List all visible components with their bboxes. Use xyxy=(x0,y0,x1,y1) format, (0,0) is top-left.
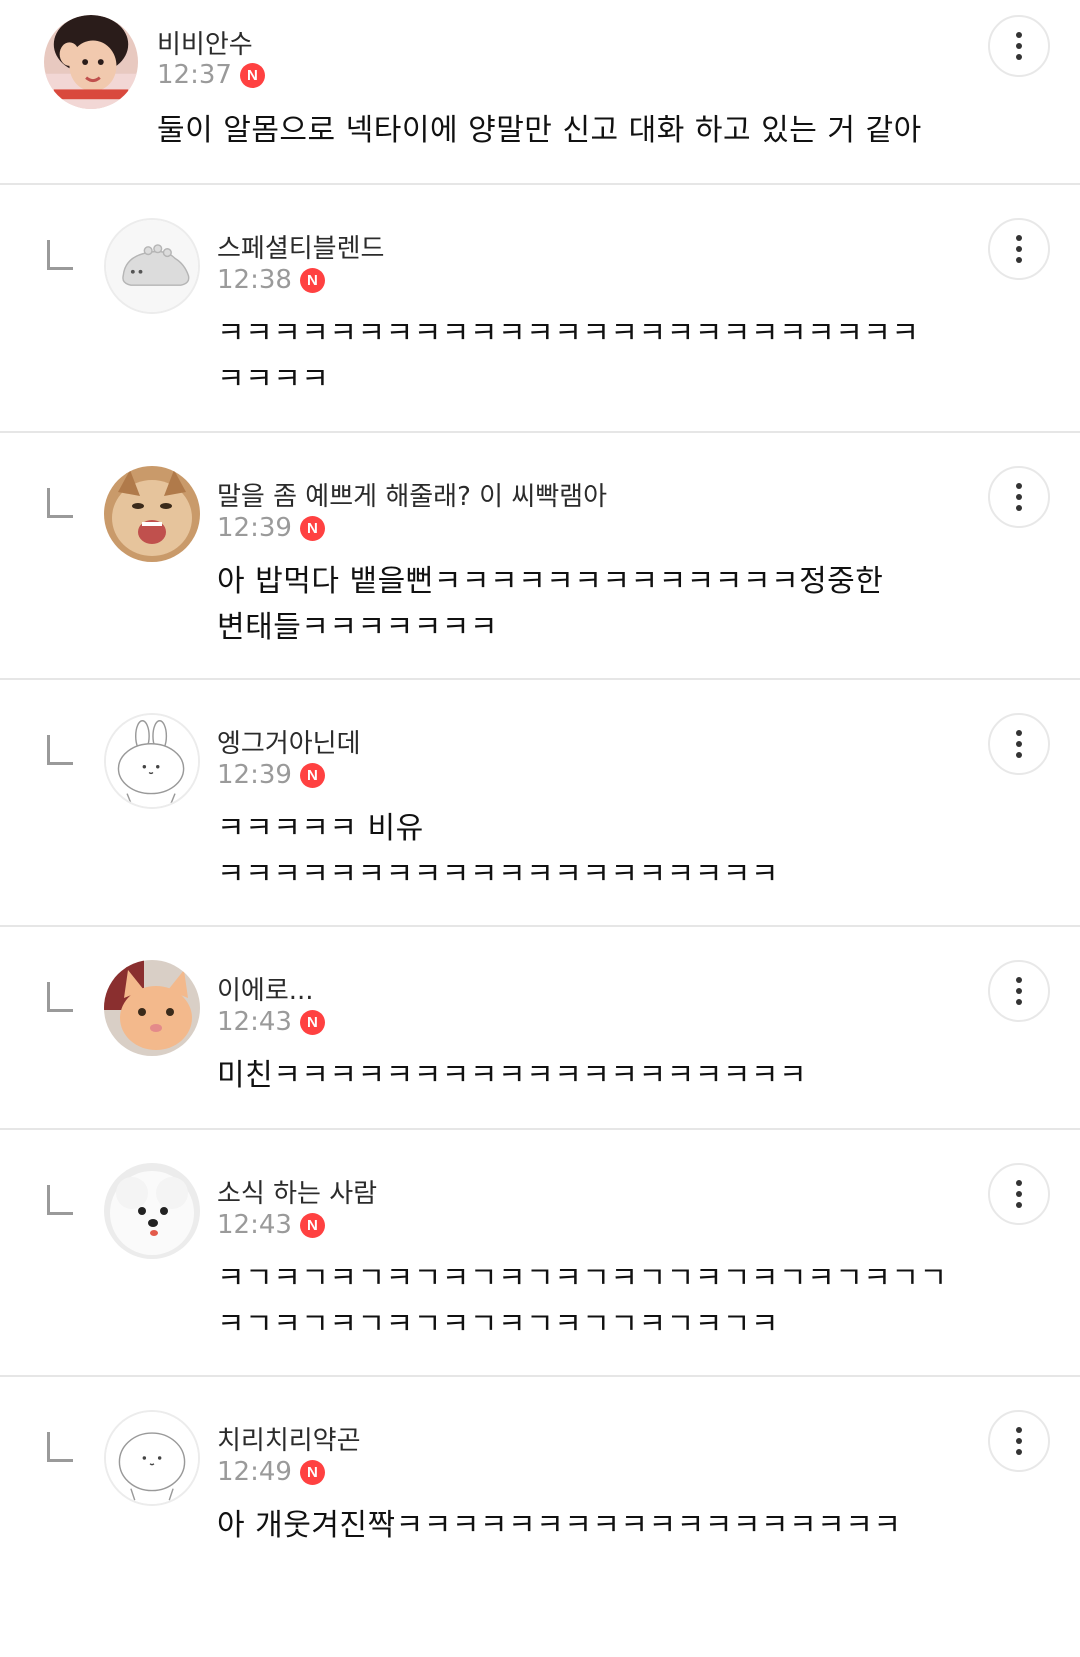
avatar[interactable] xyxy=(44,15,138,109)
comment-author[interactable]: 엥그거아닌데 xyxy=(217,723,361,760)
cat-photo-avatar-2-icon xyxy=(104,960,200,1056)
new-badge: N xyxy=(299,515,325,541)
new-badge: N xyxy=(299,1009,325,1035)
avatar[interactable] xyxy=(104,466,200,562)
reply-corner-icon xyxy=(47,735,73,765)
comment-author[interactable]: 이에로... xyxy=(217,970,314,1007)
reply-corner-icon xyxy=(47,488,73,518)
new-badge: N xyxy=(299,762,325,788)
comment-time: 12:39 xyxy=(217,760,292,790)
cat-photo-avatar-icon xyxy=(104,466,200,562)
more-vertical-icon xyxy=(1016,977,1022,983)
avatar[interactable] xyxy=(104,713,200,809)
comment-meta: 12:43 N xyxy=(217,1210,325,1240)
comment: 엥그거아닌데 12:39 N ㅋㅋㅋㅋㅋ 비유 ㅋㅋㅋㅋㅋㅋㅋㅋㅋㅋㅋㅋㅋㅋㅋㅋ… xyxy=(0,680,1080,927)
comment-text: ㅋㄱㅋㄱㅋㄱㅋㄱㅋㄱㅋㄱㅋㄱㅋㄱㄱㅋㄱㅋㄱㅋㄱㅋㄱㄱ ㅋㄱㅋㄱㅋㄱㅋㄱㅋㄱㅋㄱㅋ… xyxy=(217,1261,948,1342)
more-options-button[interactable] xyxy=(988,960,1050,1022)
comment-time: 12:43 xyxy=(217,1210,292,1240)
comment-author[interactable]: 말을 좀 예쁘게 해줄래? 이 씨빡램아 xyxy=(217,476,607,513)
reply-corner-icon xyxy=(47,1185,73,1215)
comment-meta: 12:49 N xyxy=(217,1457,325,1487)
comment-meta: 12:39 N xyxy=(217,513,325,543)
avatar[interactable] xyxy=(104,218,200,314)
new-badge: N xyxy=(299,1459,325,1485)
more-vertical-icon xyxy=(1016,235,1022,241)
new-badge: N xyxy=(239,62,265,88)
comment-text: 미친ㅋㅋㅋㅋㅋㅋㅋㅋㅋㅋㅋㅋㅋㅋㅋㅋㅋㅋㅋ xyxy=(217,1058,808,1093)
comment-meta: 12:38 N xyxy=(217,265,325,295)
comment-time: 12:37 xyxy=(157,60,232,90)
comment-meta: 12:39 N xyxy=(217,760,325,790)
comment-author[interactable]: 치리치리약곤 xyxy=(217,1420,361,1457)
girl-photo-avatar-icon xyxy=(44,15,138,109)
comment-meta: 12:43 N xyxy=(217,1007,325,1037)
comment-author[interactable]: 스페셜티블렌드 xyxy=(217,228,384,265)
comment-time: 12:39 xyxy=(217,513,292,543)
comment: 치리치리약곤 12:49 N 아 개웃겨진짝ㅋㅋㅋㅋㅋㅋㅋㅋㅋㅋㅋㅋㅋㅋㅋㅋㅋㅋ xyxy=(0,1377,1080,1657)
more-vertical-icon xyxy=(1016,730,1022,736)
more-options-button[interactable] xyxy=(988,218,1050,280)
comment-text: 둘이 알몸으로 넥타이에 양말만 신고 대화 하고 있는 거 같아 xyxy=(157,113,922,148)
dog-photo-avatar-icon xyxy=(104,1163,200,1259)
new-badge: N xyxy=(299,1212,325,1238)
more-options-button[interactable] xyxy=(988,466,1050,528)
avatar[interactable] xyxy=(104,960,200,1056)
more-options-button[interactable] xyxy=(988,1410,1050,1472)
more-options-button[interactable] xyxy=(988,15,1050,77)
avatar[interactable] xyxy=(104,1163,200,1259)
more-vertical-icon xyxy=(1016,32,1022,38)
comment-text: ㅋㅋㅋㅋㅋ 비유 ㅋㅋㅋㅋㅋㅋㅋㅋㅋㅋㅋㅋㅋㅋㅋㅋㅋㅋㅋㅋ xyxy=(217,811,779,892)
comment: 스페셜티블렌드 12:38 N ㅋㅋㅋㅋㅋㅋㅋㅋㅋㅋㅋㅋㅋㅋㅋㅋㅋㅋㅋㅋㅋㅋㅋㅋ… xyxy=(0,185,1080,433)
comment-time: 12:49 xyxy=(217,1457,292,1487)
comment-thread: 비비안수 12:37 N 둘이 알몸으로 넥타이에 양말만 신고 대화 하고 있… xyxy=(0,0,1080,1657)
default-blob-avatar-icon xyxy=(106,1412,198,1504)
avatar[interactable] xyxy=(104,1410,200,1506)
comment-text: 아 밥먹다 뱉을뻔ㅋㅋㅋㅋㅋㅋㅋㅋㅋㅋㅋㅋㅋ정중한 변태들ㅋㅋㅋㅋㅋㅋㅋ xyxy=(217,564,884,645)
comment: 비비안수 12:37 N 둘이 알몸으로 넥타이에 양말만 신고 대화 하고 있… xyxy=(0,0,1080,185)
comment-author[interactable]: 비비안수 xyxy=(157,24,253,61)
more-vertical-icon xyxy=(1016,1180,1022,1186)
comment-time: 12:43 xyxy=(217,1007,292,1037)
more-vertical-icon xyxy=(1016,1427,1022,1433)
more-options-button[interactable] xyxy=(988,1163,1050,1225)
comment: 이에로... 12:43 N 미친ㅋㅋㅋㅋㅋㅋㅋㅋㅋㅋㅋㅋㅋㅋㅋㅋㅋㅋㅋ xyxy=(0,927,1080,1130)
default-rabbit-avatar-icon xyxy=(106,715,198,807)
reply-corner-icon xyxy=(47,1432,73,1462)
more-vertical-icon xyxy=(1016,483,1022,489)
comment: 말을 좀 예쁘게 해줄래? 이 씨빡램아 12:39 N 아 밥먹다 뱉을뻔ㅋㅋ… xyxy=(0,433,1080,680)
comment-author[interactable]: 소식 하는 사람 xyxy=(217,1173,377,1210)
comment-text: ㅋㅋㅋㅋㅋㅋㅋㅋㅋㅋㅋㅋㅋㅋㅋㅋㅋㅋㅋㅋㅋㅋㅋㅋㅋ ㅋㅋㅋㅋ xyxy=(217,316,920,397)
more-options-button[interactable] xyxy=(988,713,1050,775)
default-dino-avatar-icon xyxy=(106,220,198,312)
new-badge: N xyxy=(299,267,325,293)
comment-meta: 12:37 N xyxy=(157,60,265,90)
reply-corner-icon xyxy=(47,240,73,270)
comment-time: 12:38 xyxy=(217,265,292,295)
reply-corner-icon xyxy=(47,982,73,1012)
comment-text: 아 개웃겨진짝ㅋㅋㅋㅋㅋㅋㅋㅋㅋㅋㅋㅋㅋㅋㅋㅋㅋㅋ xyxy=(217,1508,902,1543)
comment: 소식 하는 사람 12:43 N ㅋㄱㅋㄱㅋㄱㅋㄱㅋㄱㅋㄱㅋㄱㅋㄱㄱㅋㄱㅋㄱㅋㄱ… xyxy=(0,1130,1080,1377)
